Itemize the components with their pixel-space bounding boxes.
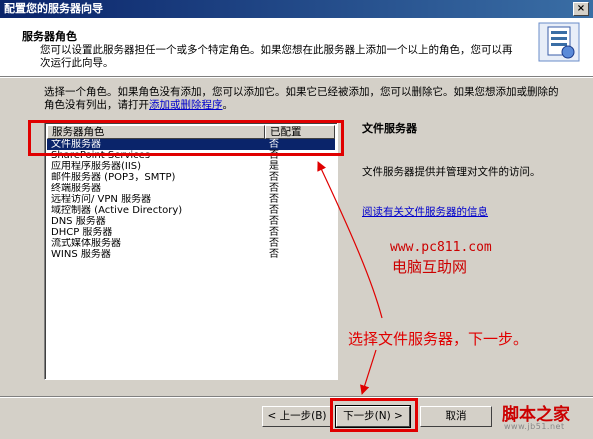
list-item[interactable]: WINS 服务器否: [47, 249, 335, 260]
list-item[interactable]: 域控制器 (Active Directory) 否: [47, 205, 335, 216]
list-item[interactable]: DHCP 服务器否: [47, 227, 335, 238]
close-button[interactable]: ×: [573, 2, 589, 16]
list-rows: 文件服务器否 SharePoint Services 否 应用程序服务器(IIS)…: [47, 139, 335, 260]
highlight-box-list: [28, 120, 344, 156]
wizard-footer: < 上一步(B) 下一步(N) > 取消 脚本之家 www.jb51.net: [0, 398, 593, 439]
role-info-link[interactable]: 阅读有关文件服务器的信息: [362, 204, 488, 219]
list-item[interactable]: 邮件服务器 (POP3，SMTP) 否: [47, 172, 335, 183]
list-item[interactable]: DNS 服务器否: [47, 216, 335, 227]
annotation-text: 选择文件服务器，下一步。: [348, 330, 529, 348]
list-item[interactable]: 流式媒体服务器否: [47, 238, 335, 249]
back-button[interactable]: < 上一步(B): [262, 406, 332, 427]
title-bar: 配置您的服务器向导 ×: [0, 0, 593, 18]
watermark-site-name: 电脑互助网: [392, 258, 468, 276]
cancel-button[interactable]: 取消: [420, 406, 492, 427]
intro-text: 选择一个角色。如果角色没有添加，您可以添加它。如果它已经被添加，您可以删除它。如…: [44, 86, 559, 111]
server-role-list[interactable]: 服务器角色 已配置 文件服务器否 SharePoint Services 否 应用…: [44, 122, 338, 380]
list-item[interactable]: 终端服务器否: [47, 183, 335, 194]
server-wizard-icon: [538, 22, 580, 62]
list-item[interactable]: 应用程序服务器(IIS) 是: [47, 161, 335, 172]
wizard-header: 服务器角色 您可以设置此服务器担任一个或多个特定角色。如果您想在此服务器上添加一…: [0, 18, 593, 76]
window-title: 配置您的服务器向导: [4, 2, 103, 15]
highlight-box-next: [330, 398, 418, 432]
role-detail-description: 文件服务器提供并管理对文件的访问。: [362, 166, 541, 178]
watermark-url: www.pc811.com: [390, 240, 492, 255]
page-title: 服务器角色: [22, 30, 77, 43]
page-description: 您可以设置此服务器担任一个或多个特定角色。如果您想在此服务器上添加一个以上的角色…: [40, 44, 513, 69]
brand-watermark-url: www.jb51.net: [504, 422, 565, 431]
role-detail-title: 文件服务器: [362, 122, 417, 135]
add-remove-programs-link[interactable]: 添加或删除程序: [149, 99, 223, 111]
list-item[interactable]: 远程访问/ VPN 服务器否: [47, 194, 335, 205]
